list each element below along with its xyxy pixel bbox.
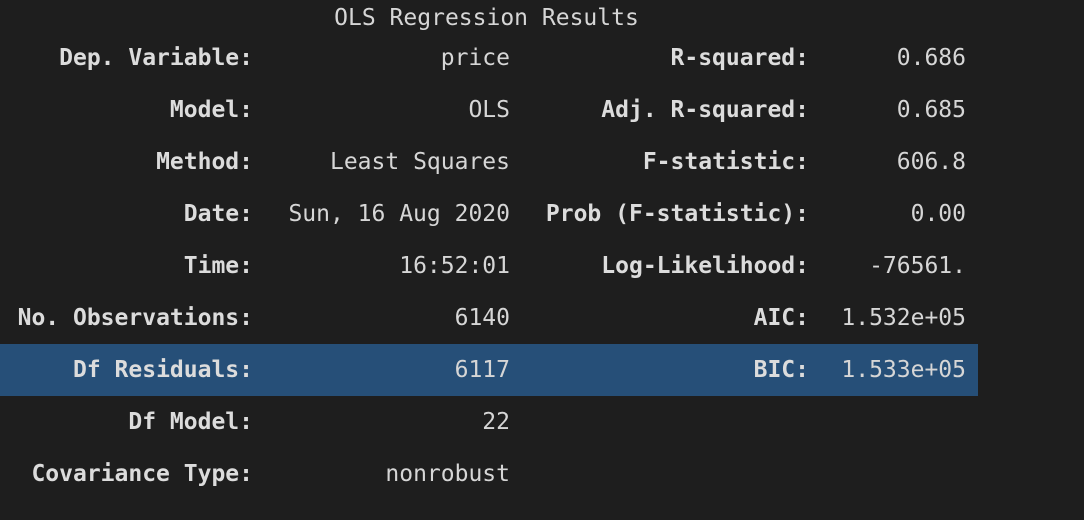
row-label: No. Observations: [17, 305, 253, 331]
row-label: Time: [183, 253, 253, 279]
stat-label [515, 448, 809, 500]
stat-value: 0.686 [896, 45, 966, 71]
row-label: Date: [183, 201, 253, 227]
table-row[interactable]: Covariance Type: nonrobust [0, 448, 978, 500]
stat-value [815, 448, 966, 500]
stat-value: 0.00 [910, 201, 966, 227]
table-row[interactable]: Date: Sun, 16 Aug 2020 Prob (F-statistic… [0, 188, 978, 240]
stat-label [515, 396, 809, 448]
stat-value: 1.532e+05 [841, 305, 966, 331]
row-label: Method: [156, 149, 253, 175]
table-row[interactable]: Df Model: 22 [0, 396, 978, 448]
stat-value [815, 396, 966, 448]
table-row[interactable]: Time: 16:52:01 Log-Likelihood: -76561. [0, 240, 978, 292]
row-value: price [440, 45, 510, 71]
row-value: 22 [482, 409, 510, 435]
row-label: Dep. Variable: [59, 45, 253, 71]
stat-label: BIC: [753, 357, 809, 383]
row-value: nonrobust [385, 461, 510, 487]
stat-value: -76561. [869, 253, 966, 279]
table-row[interactable]: Method: Least Squares F-statistic: 606.8 [0, 136, 978, 188]
row-label: Df Residuals: [72, 357, 253, 383]
table-row[interactable]: Model: OLS Adj. R-squared: 0.685 [0, 84, 978, 136]
stat-value: 1.533e+05 [841, 357, 966, 383]
summary-table: Dep. Variable: price R-squared: 0.686 Mo… [0, 32, 978, 500]
row-value: 6117 [454, 357, 510, 383]
row-value: 16:52:01 [399, 253, 510, 279]
table-row[interactable]: No. Observations: 6140 AIC: 1.532e+05 [0, 292, 978, 344]
row-label: Model: [169, 97, 253, 123]
table-row-selected[interactable]: Df Residuals: 6117 BIC: 1.533e+05 [0, 344, 978, 396]
row-value: Least Squares [329, 149, 510, 175]
stat-label: F-statistic: [642, 149, 809, 175]
stat-label: Log-Likelihood: [601, 253, 809, 279]
stat-value: 606.8 [896, 149, 966, 175]
row-label: Df Model: [128, 409, 253, 435]
row-value: 6140 [454, 305, 510, 331]
stat-label: Adj. R-squared: [601, 97, 809, 123]
stat-label: R-squared: [670, 45, 809, 71]
row-label: Covariance Type: [31, 461, 253, 487]
table-row[interactable]: Dep. Variable: price R-squared: 0.686 [0, 32, 978, 84]
stat-label: Prob (F-statistic): [545, 201, 809, 227]
row-value: Sun, 16 Aug 2020 [288, 201, 510, 227]
row-value: OLS [468, 97, 510, 123]
stat-value: 0.685 [896, 97, 966, 123]
table-caption: OLS Regression Results [334, 5, 639, 31]
stat-label: AIC: [753, 305, 809, 331]
